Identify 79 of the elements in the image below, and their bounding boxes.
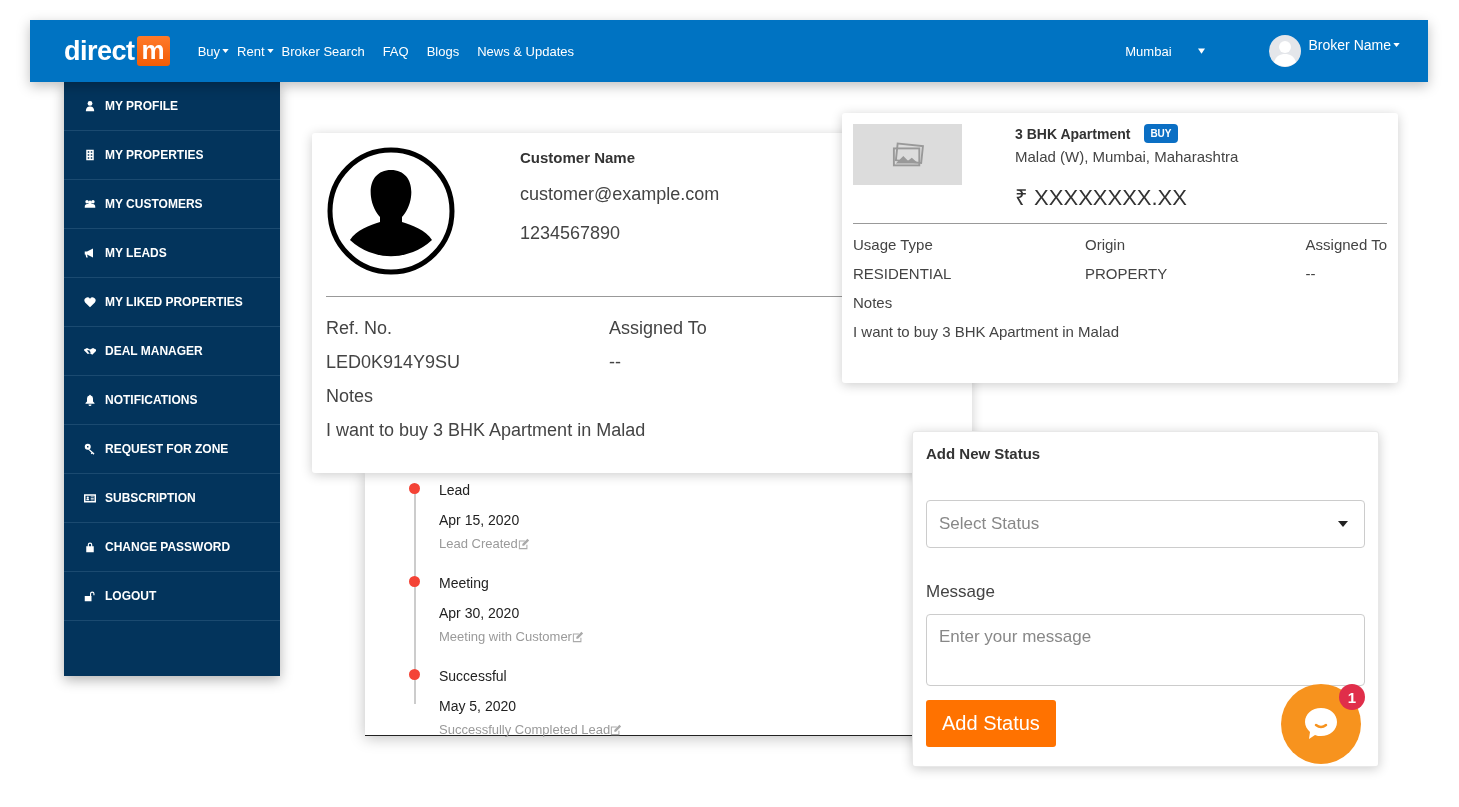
user-menu[interactable]: Broker Name [1308,37,1400,53]
notes-label: Notes [853,293,893,313]
caret-icon [222,49,230,53]
sidebar-item[interactable]: MY LEADS [64,229,280,278]
field-label: Usage Type [853,235,933,255]
handshake-icon [84,345,96,357]
avatar-icon [326,146,456,276]
sidebar-item[interactable]: MY PROFILE [64,82,280,131]
caret-icon [1197,48,1205,54]
event-note: Successfully Completed Lead [439,722,611,737]
property-price: ₹ XXXXXXXX.XX [1015,184,1188,211]
timeline-dot [409,483,420,494]
sidebar-item[interactable]: REQUEST FOR ZONE [64,425,280,474]
group-icon [84,198,96,210]
nav-link[interactable]: Buy [197,43,230,59]
lock-icon [84,541,96,553]
building-icon [84,149,96,161]
field-label: Assigned To [609,317,707,340]
sidebar-item[interactable]: DEAL MANAGER [64,327,280,376]
edit-icon[interactable] [610,723,623,736]
timeline-dot [409,576,420,587]
caret-icon [266,49,274,53]
key-icon [84,443,96,455]
event-date: May 5, 2020 [439,698,517,714]
notes-text: I want to buy 3 BHK Apartment in Malad [853,322,1119,342]
event-date: Apr 30, 2020 [439,605,520,621]
field-value: LED0K914Y9SU [326,351,461,374]
notes-label: Notes [326,385,374,408]
event-title: Successful [439,668,507,684]
notes-text: I want to buy 3 BHK Apartment in Malad [326,419,646,442]
add-status-button[interactable]: Add Status [926,700,1056,747]
message-field[interactable]: Enter your message [926,614,1365,686]
city-select[interactable]: Mumbai [1125,43,1205,59]
event-title: Lead [439,482,471,498]
event-note: Meeting with Customer [439,629,572,644]
field-value: -- [1305,264,1316,284]
timeline-dot [409,669,420,680]
nav-link[interactable]: News & Updates [477,43,574,59]
field-label: Origin [1085,235,1125,255]
customer-email: customer@example.com [520,184,720,205]
sidebar-item[interactable]: MY CUSTOMERS [64,180,280,229]
event-note: Lead Created [439,536,518,551]
nav-link[interactable]: FAQ [382,43,409,59]
logo-mark[interactable]: m [136,36,170,66]
property-location: Malad (W), Mumbai, Maharashtra [1015,148,1239,165]
field-label: Assigned To [1305,235,1387,255]
field-value: -- [609,351,621,374]
nav-link[interactable]: Rent [237,43,274,59]
field-value: RESIDENTIAL [853,264,952,284]
image-icon [891,141,924,168]
avatar-icon[interactable] [1268,35,1301,67]
event-date: Apr 15, 2020 [439,512,520,528]
listing-badge: BUY [1144,124,1178,143]
field-label: Ref. No. [326,317,393,340]
megaphone-icon [84,247,96,259]
customer-name: Customer Name [520,149,637,166]
sidebar-item[interactable]: LOGOUT [64,572,280,621]
id-card-icon [84,492,96,504]
person-icon [84,100,96,112]
heart-icon [84,296,96,308]
event-title: Meeting [439,575,489,591]
logo-text[interactable]: direct [64,35,135,67]
caret-icon [1393,43,1400,47]
customer-phone: 1234567890 [520,223,622,244]
status-select[interactable]: Select Status [926,500,1365,548]
property-title: 3 BHK Apartment [1015,125,1131,142]
sidebar-item[interactable]: SUBSCRIPTION [64,474,280,523]
message-label: Message [926,582,996,602]
sidebar-item[interactable]: MY LIKED PROPERTIES [64,278,280,327]
field-value: PROPERTY [1085,264,1168,284]
form-title: Add New Status [926,445,1042,462]
nav-link[interactable]: Blogs [426,43,460,59]
sidebar-item[interactable]: CHANGE PASSWORD [64,523,280,572]
caret-icon [1338,521,1348,527]
sidebar-item[interactable]: MY PROPERTIES [64,131,280,180]
unlock-icon [84,590,96,602]
bell-icon [84,394,96,406]
nav-link[interactable]: Broker Search [281,43,365,59]
sidebar-item[interactable]: NOTIFICATIONS [64,376,280,425]
